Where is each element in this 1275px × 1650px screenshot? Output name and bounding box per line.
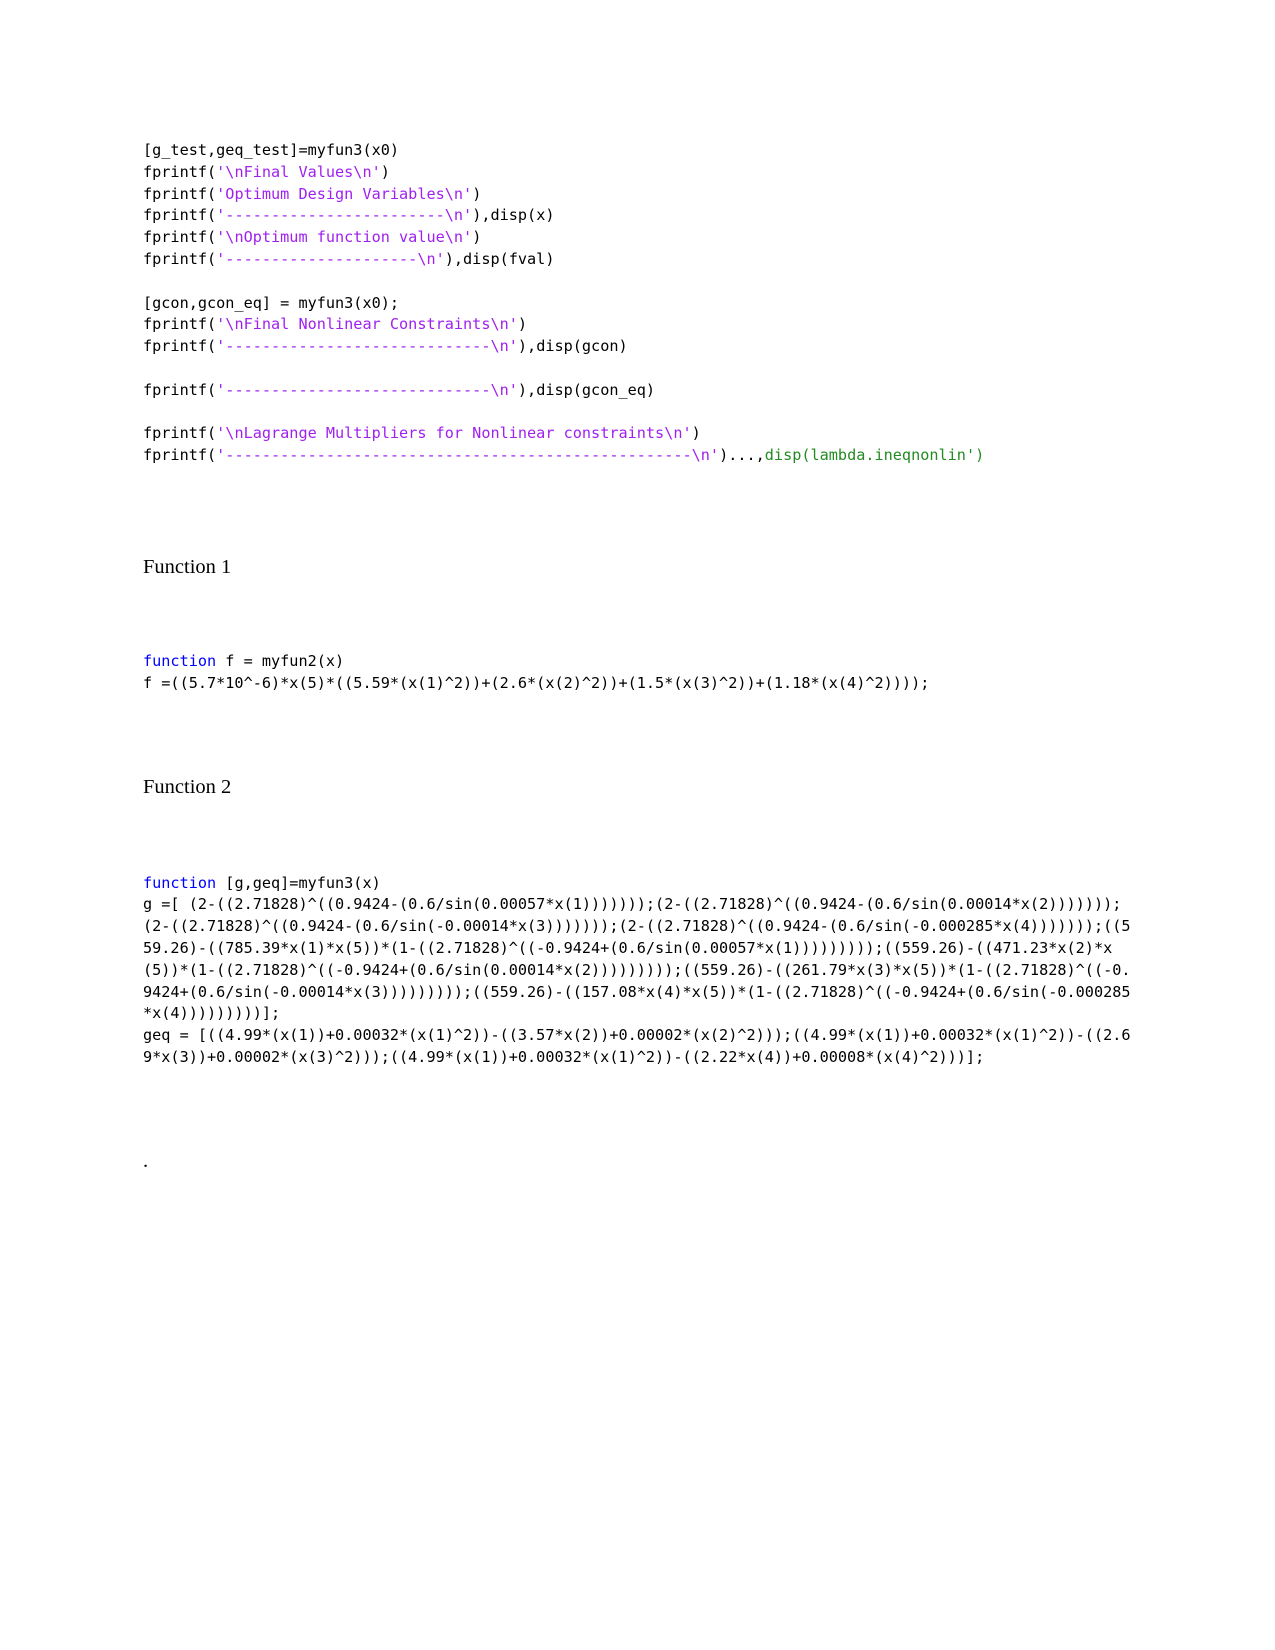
function2-heading: Function 2	[143, 775, 232, 798]
trailing-period: .	[143, 1149, 149, 1172]
function1-token-keyword: function	[143, 651, 217, 670]
script_block-token-plain: fprintf(	[143, 162, 217, 181]
script_block-token-plain: )...,	[719, 446, 765, 465]
document-page: [g_test,geq_test]=myfun3(x0) fprintf('\nF…	[0, 0, 1275, 1650]
script_block-token-plain: )	[517, 315, 528, 334]
script_block-line: fprintf('\nLagrange Multipliers for Nonl…	[143, 423, 1133, 445]
script_block-token-plain: )	[691, 424, 701, 443]
script_block-line: fprintf('-----------------------------\n…	[143, 380, 1133, 402]
script_block-line: [gcon,gcon_eq] = myfun3(x0);	[143, 293, 1133, 315]
script_block-token-string: '-----------------------------\n'	[216, 337, 518, 356]
script_block-token-plain: fprintf(	[143, 446, 217, 465]
function1-heading: Function 1	[143, 555, 232, 578]
script_block-token-string: '\nFinal Nonlinear Constraints\n'	[216, 315, 518, 334]
function2-line: function [g,geq]=myfun3(x)	[143, 873, 1133, 895]
script_block-token-plain: ),disp(fval)	[444, 249, 555, 268]
script_block-token-plain: )	[380, 162, 390, 181]
script_block-line: [g_test,geq_test]=myfun3(x0)	[143, 140, 1133, 162]
function2-token-plain: geq = [((4.99*(x(1))+0.00032*(x(1)^2))-(…	[143, 1026, 1131, 1066]
script_block-token-plain: fprintf(	[143, 184, 217, 203]
script_block-line	[143, 271, 1133, 293]
script_block-token-plain: )	[472, 184, 482, 203]
script_block-token-plain: ),disp(gcon_eq)	[517, 380, 656, 399]
script_block-line: fprintf('---------------------\n'),disp(…	[143, 249, 1133, 271]
script_block-token-string: '\nOptimum function value\n'	[216, 228, 473, 247]
heading-gap	[143, 799, 1133, 873]
script_block-token-string: '------------------------\n'	[216, 206, 473, 225]
script_block-token-string: '\nFinal Values\n'	[216, 162, 381, 181]
script_block-token-plain: fprintf(	[143, 228, 217, 247]
function2-line: geq = [((4.99*(x(1))+0.00032*(x(1)^2))-(…	[143, 1025, 1133, 1069]
script-code-block: [g_test,geq_test]=myfun3(x0) fprintf('\nF…	[143, 140, 1133, 467]
script_block-token-plain: )	[472, 228, 482, 247]
script_block-token-plain: ),disp(gcon)	[517, 337, 628, 356]
function2-token-plain: g =[ (2-((2.71828)^((0.9424-(0.6/sin(0.0…	[143, 895, 1131, 1023]
script_block-token-plain: fprintf(	[143, 337, 217, 356]
script_block-line: fprintf('\nOptimum function value\n')	[143, 227, 1133, 249]
heading-gap	[143, 579, 1133, 651]
script_block-token-function: disp(lambda.ineqnonlin')	[764, 446, 985, 465]
script_block-token-string: '\nLagrange Multipliers for Nonlinear co…	[216, 424, 692, 443]
script_block-token-plain: ),disp(x)	[472, 206, 555, 225]
script_block-token-string: 'Optimum Design Variables\n'	[216, 184, 473, 203]
function1-token-plain: f = myfun2(x)	[216, 651, 345, 670]
script_block-token-plain: [gcon,gcon_eq] = myfun3(x0);	[143, 293, 400, 312]
script_block-token-string: '-----------------------------\n'	[216, 380, 518, 399]
script_block-line: fprintf('\nFinal Nonlinear Constraints\n…	[143, 314, 1133, 336]
script_block-line: fprintf('\nFinal Values\n')	[143, 162, 1133, 184]
document-content: [g_test,geq_test]=myfun3(x0) fprintf('\nF…	[143, 140, 1133, 1173]
function1-code-block: function f = myfun2(x) f =((5.7*10^-6)*x(…	[143, 651, 1133, 695]
script_block-line: fprintf('-------------------------------…	[143, 445, 1133, 467]
script_block-line	[143, 402, 1133, 424]
function1-line: function f = myfun2(x)	[143, 651, 1133, 673]
script_block-token-plain: fprintf(	[143, 315, 217, 334]
script_block-line: fprintf('-----------------------------\n…	[143, 336, 1133, 358]
script_block-token-plain: fprintf(	[143, 249, 217, 268]
function2-token-keyword: function	[143, 873, 217, 892]
function2-token-plain: [g,geq]=myfun3(x)	[216, 873, 381, 892]
script_block-token-plain: fprintf(	[143, 380, 217, 399]
script_block-token-string: '---------------------------------------…	[216, 446, 720, 465]
function1-line: f =((5.7*10^-6)*x(5)*((5.59*(x(1)^2))+(2…	[143, 673, 1133, 695]
script_block-line: fprintf('------------------------\n'),di…	[143, 205, 1133, 227]
function2-line: g =[ (2-((2.71828)^((0.9424-(0.6/sin(0.0…	[143, 894, 1133, 1025]
script_block-token-plain: fprintf(	[143, 424, 217, 443]
function1-token-plain: f =((5.7*10^-6)*x(5)*((5.59*(x(1)^2))+(2…	[143, 673, 930, 692]
function2-code-block: function [g,geq]=myfun3(x) g =[ (2-((2.71…	[143, 873, 1133, 1069]
script_block-line	[143, 358, 1133, 380]
script_block-token-string: '---------------------\n'	[216, 249, 445, 268]
script_block-token-plain: fprintf(	[143, 206, 217, 225]
script_block-token-plain: [g_test,geq_test]=myfun3(x0)	[143, 141, 400, 159]
script_block-line: fprintf('Optimum Design Variables\n')	[143, 184, 1133, 206]
